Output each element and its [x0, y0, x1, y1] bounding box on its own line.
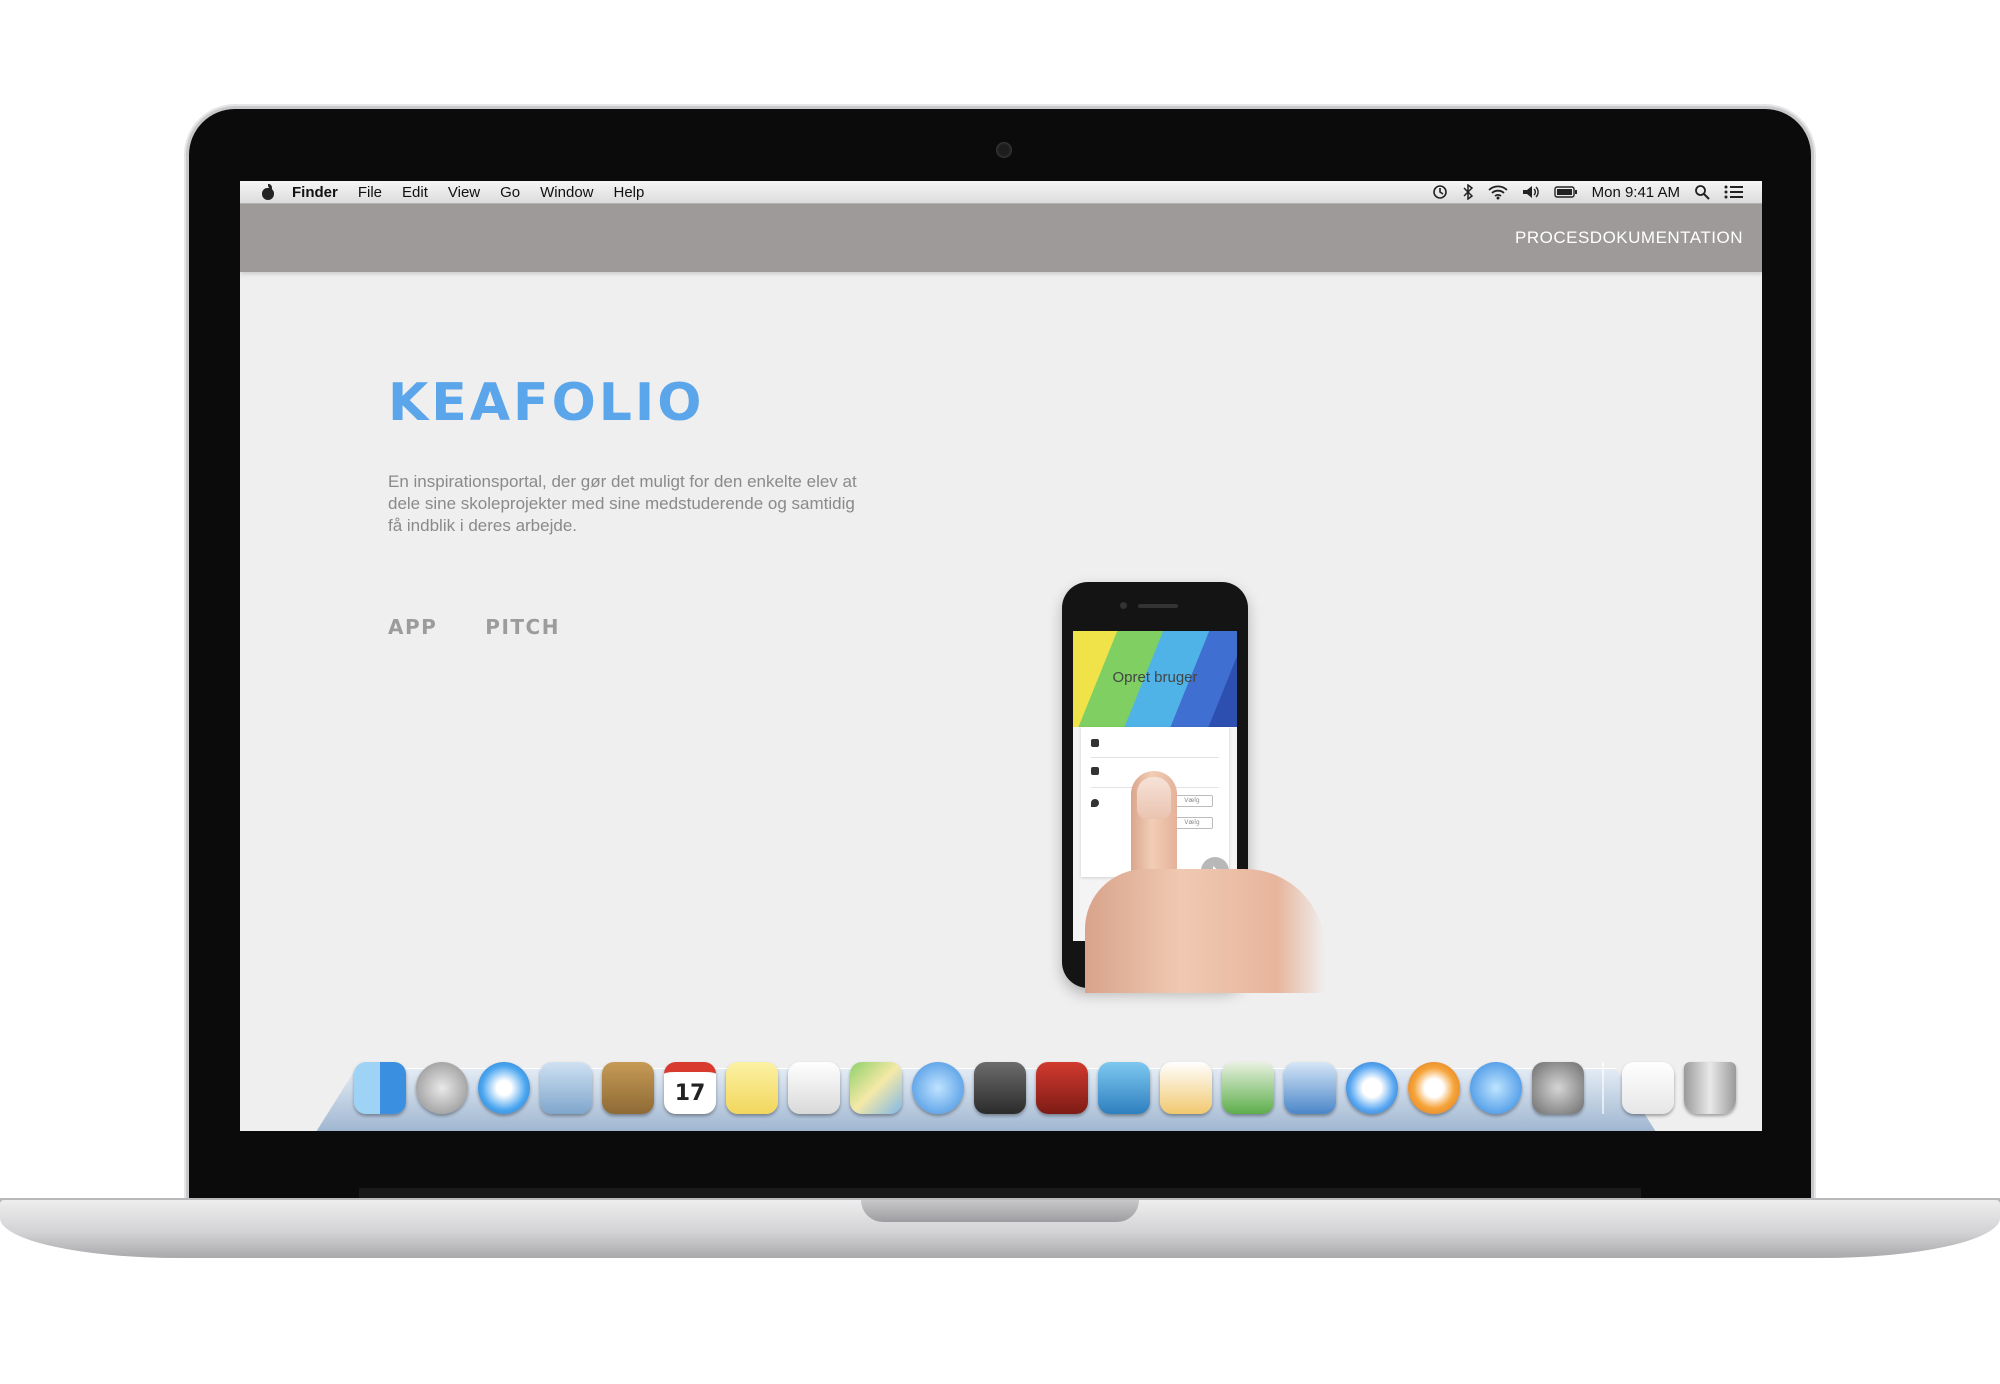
- fingernail-image: [1137, 777, 1171, 819]
- pitch-link[interactable]: PITCH: [485, 615, 560, 639]
- menu-app-name[interactable]: Finder: [292, 184, 338, 201]
- select-button[interactable]: Vælg: [1171, 795, 1213, 807]
- messages-icon[interactable]: [912, 1062, 964, 1114]
- status-menus: Mon 9:41 AM: [1432, 184, 1762, 201]
- select-button[interactable]: Vælg: [1171, 817, 1213, 829]
- menu-help[interactable]: Help: [614, 184, 645, 201]
- maps-icon[interactable]: [850, 1062, 902, 1114]
- phone-camera-icon: [1120, 602, 1127, 609]
- contacts-icon[interactable]: [602, 1062, 654, 1114]
- photo-booth-icon[interactable]: [1036, 1062, 1088, 1114]
- apple-logo-icon[interactable]: [260, 184, 276, 200]
- mail-field-icon: [1091, 739, 1099, 747]
- system-preferences-icon[interactable]: [1532, 1062, 1584, 1114]
- ibooks-icon[interactable]: [1408, 1062, 1460, 1114]
- camera-icon: [996, 142, 1012, 158]
- location-field-icon: [1091, 799, 1099, 807]
- spotlight-icon[interactable]: [1694, 184, 1710, 200]
- volume-icon[interactable]: [1522, 184, 1540, 200]
- phone-speaker: [1138, 604, 1178, 608]
- page-description: En inspirationsportal, der gør det mulig…: [388, 472, 857, 535]
- itunes-icon[interactable]: [1346, 1062, 1398, 1114]
- calendar-icon[interactable]: 17: [664, 1062, 716, 1114]
- documents-stack-icon[interactable]: [1622, 1062, 1674, 1114]
- dock-separator: [1602, 1062, 1604, 1114]
- numbers-icon[interactable]: [1222, 1062, 1274, 1114]
- project-links: APP PITCH: [388, 615, 560, 639]
- menu-window[interactable]: Window: [540, 184, 593, 201]
- trash-icon[interactable]: [1684, 1062, 1736, 1114]
- screen: Finder File Edit View Go Window Help Mon…: [240, 181, 1762, 1131]
- time-machine-icon[interactable]: [1432, 184, 1448, 200]
- phone-screen-title: Opret bruger: [1112, 669, 1198, 686]
- bluetooth-icon[interactable]: [1462, 184, 1474, 200]
- app-link[interactable]: APP: [388, 615, 437, 639]
- nav-procesdokumentation-link[interactable]: PROCESDOKUMENTATION: [1515, 228, 1743, 248]
- keynote-icon[interactable]: [1284, 1062, 1336, 1114]
- pages-icon[interactable]: [1160, 1062, 1212, 1114]
- site-header: PROCESDOKUMENTATION: [240, 204, 1762, 272]
- menu-edit[interactable]: Edit: [402, 184, 428, 201]
- reminders-icon[interactable]: [788, 1062, 840, 1114]
- menu-file[interactable]: File: [358, 184, 382, 201]
- form-divider: [1091, 757, 1219, 758]
- notification-center-icon[interactable]: [1724, 184, 1744, 200]
- menu-clock[interactable]: Mon 9:41 AM: [1592, 184, 1680, 201]
- finder-icon[interactable]: [354, 1062, 406, 1114]
- menu-bar: Finder File Edit View Go Window Help Mon…: [240, 181, 1762, 204]
- menu-go[interactable]: Go: [500, 184, 520, 201]
- wifi-icon[interactable]: [1487, 184, 1508, 200]
- launchpad-icon[interactable]: [416, 1062, 468, 1114]
- page-title: KEAFOLIO: [388, 373, 705, 433]
- facetime-icon[interactable]: [974, 1062, 1026, 1114]
- key-field-icon: [1091, 767, 1099, 775]
- notes-icon[interactable]: [726, 1062, 778, 1114]
- mail-icon[interactable]: [540, 1062, 592, 1114]
- safari-icon[interactable]: [478, 1062, 530, 1114]
- dock: 17: [350, 1054, 1736, 1114]
- iphoto-icon[interactable]: [1098, 1062, 1150, 1114]
- battery-icon[interactable]: [1553, 185, 1578, 199]
- app-store-icon[interactable]: [1470, 1062, 1522, 1114]
- menu-view[interactable]: View: [448, 184, 480, 201]
- hand-image: [1085, 869, 1325, 993]
- laptop-notch: [861, 1200, 1139, 1222]
